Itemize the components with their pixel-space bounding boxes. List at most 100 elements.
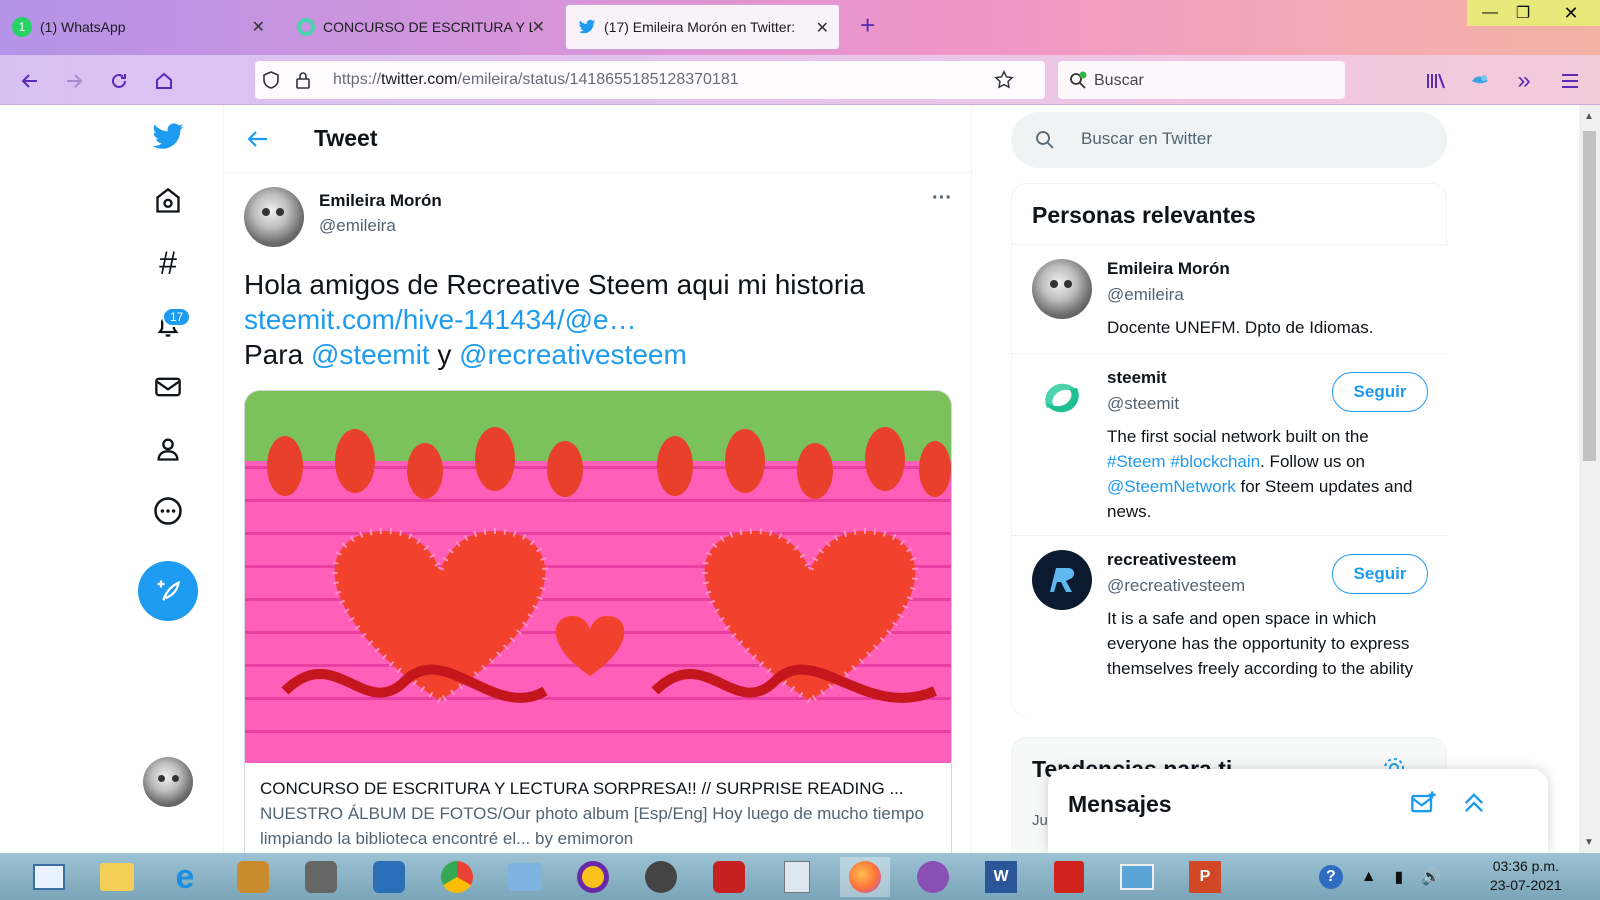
document-app-icon[interactable]: [296, 857, 346, 897]
extension-icon[interactable]: [1466, 67, 1494, 95]
close-window-icon[interactable]: ✕: [1548, 0, 1594, 26]
home-icon[interactable]: [150, 183, 186, 219]
swirl-app-icon[interactable]: [908, 857, 958, 897]
browser-search-field[interactable]: Buscar: [1058, 61, 1345, 99]
audio-app-icon[interactable]: [568, 857, 618, 897]
speaker-app-icon[interactable]: [636, 857, 686, 897]
explore-hashtag-icon[interactable]: #: [150, 245, 186, 281]
tweet-author-avatar[interactable]: [244, 187, 304, 247]
twitter-logo-icon[interactable]: [150, 119, 186, 155]
word-icon[interactable]: W: [976, 857, 1026, 897]
notifications-badge: 17: [162, 307, 192, 327]
close-tab-icon[interactable]: ✕: [532, 17, 545, 37]
messages-drawer[interactable]: Mensajes: [1048, 769, 1548, 853]
calculator-icon[interactable]: [772, 857, 822, 897]
tweet-author-name[interactable]: Emileira Morón: [319, 191, 442, 211]
follow-button[interactable]: Seguir: [1332, 372, 1428, 412]
power-app-icon[interactable]: [704, 857, 754, 897]
scrollbar-thumb[interactable]: [1583, 131, 1596, 461]
person-recreativesteem[interactable]: recreativesteem @recreativesteem Seguir …: [1012, 535, 1448, 717]
search-placeholder: Buscar en Twitter: [1081, 129, 1213, 148]
back-arrow-icon[interactable]: [246, 127, 270, 151]
system-tray[interactable]: ? ▲ ▮ 🔊: [1310, 857, 1450, 897]
tab-twitter[interactable]: (17) Emileira Morón en Twitter: ✕: [565, 4, 840, 50]
hashtag-blockchain[interactable]: #blockchain: [1170, 452, 1260, 471]
home-icon[interactable]: [150, 67, 178, 95]
tweet-author-handle[interactable]: @emileira: [319, 216, 396, 236]
tab-concurso[interactable]: CONCURSO DE ESCRITURA Y LE ✕: [285, 4, 555, 50]
mention-recreativesteem[interactable]: @recreativesteem: [459, 339, 687, 370]
profile-icon[interactable]: [150, 431, 186, 467]
new-message-icon[interactable]: [1410, 789, 1438, 817]
recreativesteem-avatar[interactable]: [1032, 550, 1092, 610]
steemit-avatar[interactable]: [1032, 368, 1092, 428]
overflow-chevron-icon[interactable]: »: [1510, 67, 1538, 95]
person-emileira[interactable]: Emileira Morón @emileira Docente UNEFM. …: [1012, 244, 1448, 353]
powerpoint-icon[interactable]: P: [1180, 857, 1230, 897]
account-avatar[interactable]: [143, 757, 193, 807]
restore-icon[interactable]: ❐: [1500, 0, 1546, 26]
reload-icon[interactable]: [105, 67, 133, 95]
close-tab-icon[interactable]: ✕: [816, 18, 829, 38]
library-icon[interactable]: [1422, 67, 1450, 95]
file-explorer-icon[interactable]: [92, 857, 142, 897]
volume-icon[interactable]: 🔊: [1421, 867, 1441, 887]
mention-steemnetwork[interactable]: @SteemNetwork: [1107, 477, 1236, 496]
mention-steemit[interactable]: @steemit: [311, 339, 430, 370]
compose-tweet-button[interactable]: [138, 561, 198, 621]
tweet-link[interactable]: steemit.com/hive-141434/@e…: [244, 302, 944, 337]
right-sidebar: Buscar en Twitter Personas relevantes Em…: [1011, 105, 1448, 853]
signal-icon[interactable]: ▮: [1394, 867, 1403, 887]
link-preview-card[interactable]: CONCURSO DE ESCRITURA Y LECTURA SORPRESA…: [244, 390, 952, 853]
person-name[interactable]: Emileira Morón: [1107, 259, 1230, 279]
avatar[interactable]: [1032, 259, 1092, 319]
tab-whatsapp[interactable]: 1 (1) WhatsApp ✕: [0, 4, 275, 50]
forward-icon[interactable]: [60, 67, 88, 95]
menu-hamburger-icon[interactable]: [1556, 67, 1584, 95]
firefox-icon[interactable]: [840, 857, 890, 897]
app-gold-icon[interactable]: [228, 857, 278, 897]
twitter-page: # 17 Tweet Emileira Morón @emileira ··· …: [0, 105, 1579, 853]
help-icon[interactable]: ?: [1318, 865, 1343, 889]
scroll-down-icon[interactable]: ▼: [1584, 837, 1594, 848]
shield-icon[interactable]: [261, 70, 281, 90]
person-steemit[interactable]: steemit @steemit Seguir The first social…: [1012, 353, 1448, 535]
tweet-text-y: y: [437, 339, 452, 370]
follow-button[interactable]: Seguir: [1332, 554, 1428, 594]
taskbar-clock[interactable]: 03:36 p.m. 23-07-2021: [1490, 857, 1562, 895]
new-tab-button[interactable]: +: [860, 12, 875, 38]
photo-viewer-icon[interactable]: [1112, 857, 1162, 897]
tweet-more-icon[interactable]: ···: [932, 187, 952, 210]
url-text[interactable]: https://twitter.com/emileira/status/1418…: [333, 71, 739, 89]
card-image[interactable]: [245, 391, 951, 763]
person-name[interactable]: steemit: [1107, 368, 1167, 388]
tweet-text: Hola amigos de Recreative Steem aqui mi …: [244, 267, 944, 372]
card-text: CONCURSO DE ESCRITURA Y LECTURA SORPRESA…: [260, 776, 940, 851]
person-handle[interactable]: @recreativesteem: [1107, 576, 1245, 596]
person-handle[interactable]: @steemit: [1107, 394, 1179, 414]
network-app-icon[interactable]: [500, 857, 550, 897]
relevant-people-title: Personas relevantes: [1032, 202, 1256, 228]
back-icon[interactable]: [16, 67, 44, 95]
page-scrollbar[interactable]: ▲ ▼: [1579, 105, 1600, 853]
internet-explorer-icon[interactable]: e: [160, 857, 210, 897]
settings-app-icon[interactable]: [364, 857, 414, 897]
bookmark-star-icon[interactable]: [993, 69, 1015, 91]
twitter-search-input[interactable]: Buscar en Twitter: [1011, 112, 1447, 168]
expand-chevron-icon[interactable]: [1460, 789, 1488, 817]
acrobat-icon[interactable]: [1044, 857, 1094, 897]
more-options-icon[interactable]: [150, 493, 186, 529]
chrome-icon[interactable]: [432, 857, 482, 897]
person-handle[interactable]: @emileira: [1107, 285, 1184, 305]
tray-expand-icon[interactable]: ▲: [1361, 868, 1377, 886]
heart-right: [701, 527, 919, 705]
url-bar[interactable]: https://twitter.com/emileira/status/1418…: [255, 61, 1045, 99]
messages-envelope-icon[interactable]: [150, 369, 186, 405]
close-tab-icon[interactable]: ✕: [252, 17, 265, 37]
show-desktop-icon[interactable]: [24, 857, 74, 897]
twitter-sidebar: # 17: [0, 105, 224, 853]
hashtag-steem[interactable]: #Steem: [1107, 452, 1166, 471]
scroll-up-icon[interactable]: ▲: [1584, 111, 1594, 122]
person-name[interactable]: recreativesteem: [1107, 550, 1236, 570]
lock-icon[interactable]: [293, 70, 313, 90]
